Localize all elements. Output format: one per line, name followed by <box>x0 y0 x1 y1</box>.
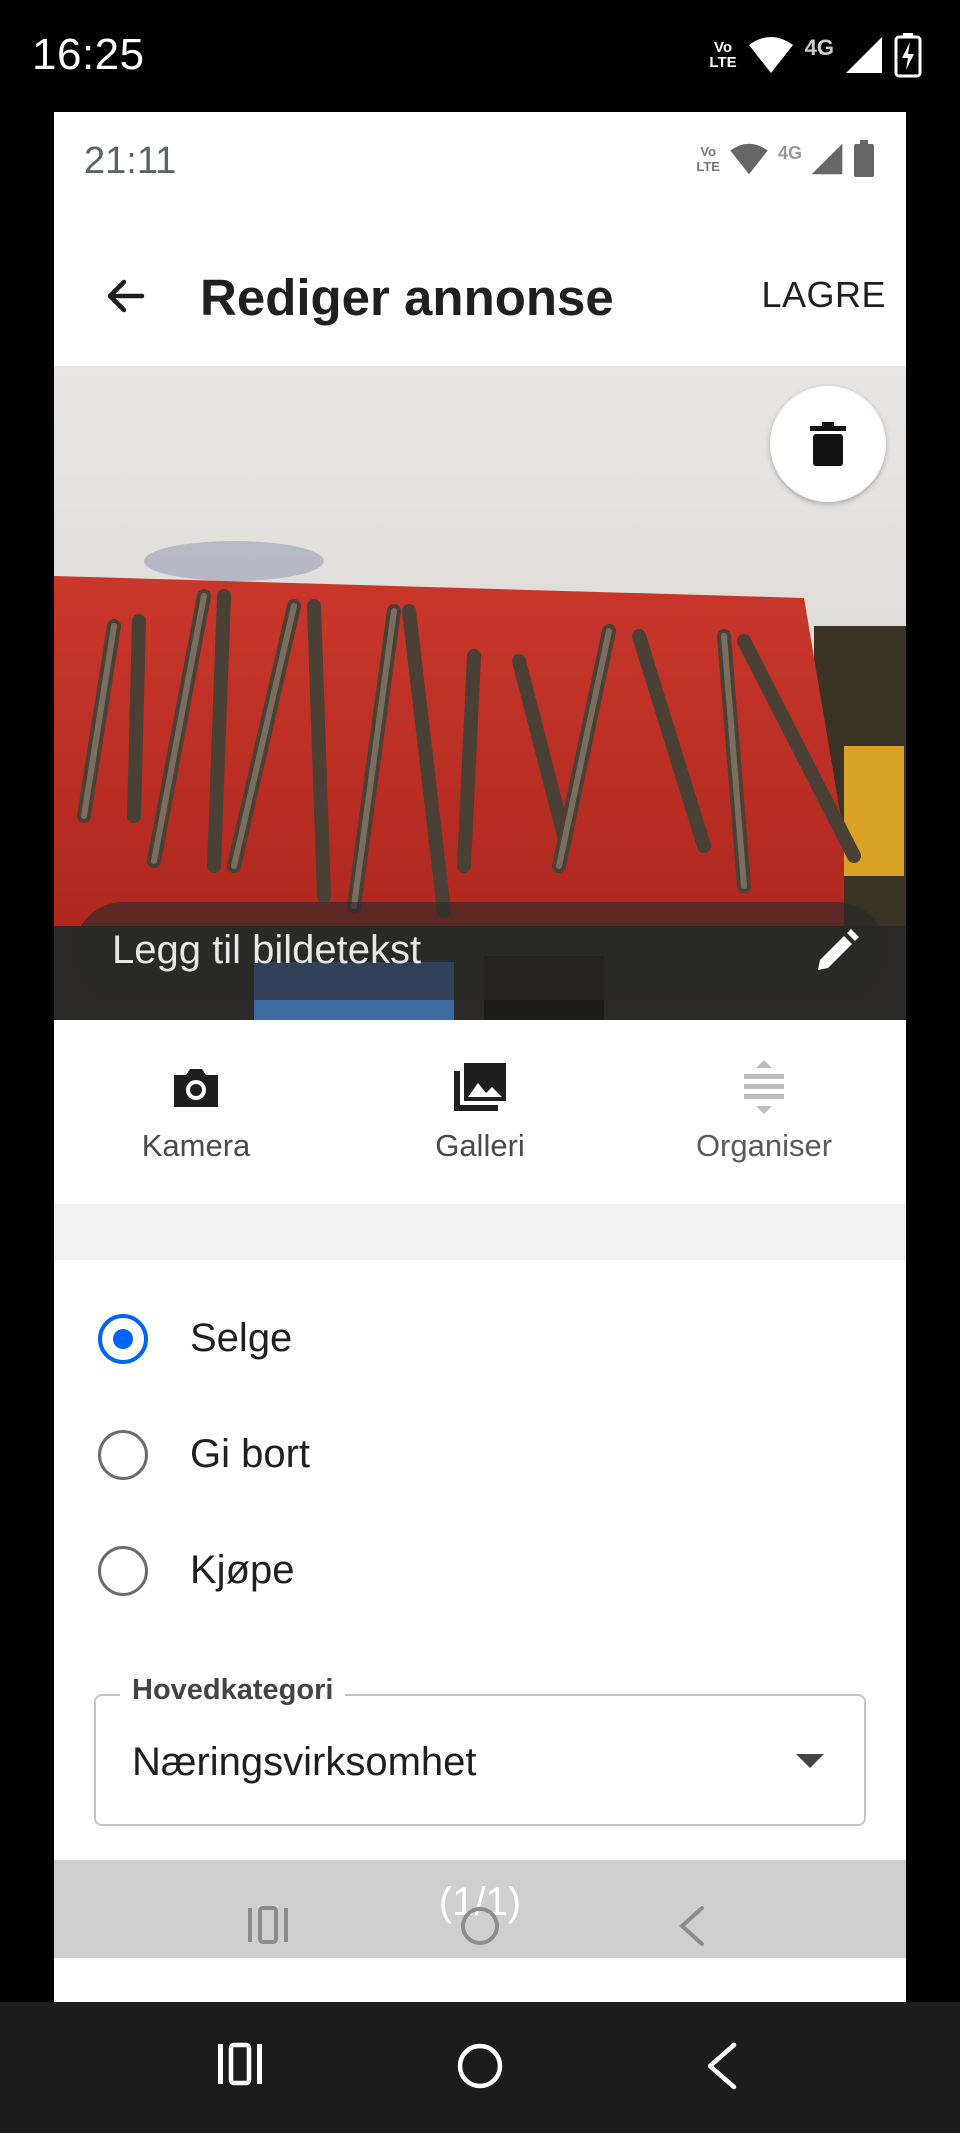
battery-icon <box>854 140 874 177</box>
caption-placeholder: Legg til bildetekst <box>112 928 422 972</box>
arrow-left-icon <box>107 279 145 313</box>
volte-icon: Vo LTE <box>696 144 720 174</box>
inner-navigation-bar: (1/1) <box>54 1860 906 1958</box>
system-navigation-bar <box>0 2002 960 2133</box>
camera-icon <box>174 1069 218 1107</box>
gallery-label: Galleri <box>435 1128 525 1163</box>
camera-label: Kamera <box>141 1128 251 1163</box>
pencil-icon <box>818 929 859 970</box>
back-button[interactable] <box>94 264 158 328</box>
radio-option-sell[interactable]: Selge <box>54 1290 906 1390</box>
delete-photo-button[interactable] <box>770 386 886 502</box>
recents-icon[interactable] <box>216 2042 264 2086</box>
wifi-icon <box>730 143 768 175</box>
radio-label: Gi bort <box>190 1432 311 1476</box>
organize-button[interactable]: Organiser <box>664 1060 864 1164</box>
inner-status-bar: 21:11 Vo LTE 4G <box>54 112 906 212</box>
caret-down-icon <box>796 1754 824 1768</box>
select-value: Næringsvirksomhet <box>132 1740 477 1784</box>
radio-label: Selge <box>190 1316 293 1360</box>
save-button[interactable]: LAGRE <box>761 274 886 316</box>
section-divider <box>54 1204 906 1260</box>
gallery-icon <box>454 1063 506 1111</box>
app-screen: 21:11 Vo LTE 4G Rediger annonse LAGRE Le… <box>54 112 906 2002</box>
photo-actions: Kamera Galleri Organiser <box>54 1020 906 1200</box>
cell-signal-icon <box>846 37 882 73</box>
back-nav-icon[interactable] <box>676 1906 706 1946</box>
home-icon[interactable] <box>456 2042 504 2090</box>
caption-input[interactable]: Legg til bildetekst <box>74 902 886 1000</box>
reorder-icon <box>744 1060 784 1114</box>
battery-charging-icon <box>894 33 922 78</box>
radio-button[interactable] <box>98 1546 148 1596</box>
radio-button-checked[interactable] <box>98 1314 148 1364</box>
volte-icon: Vo LTE <box>709 39 737 71</box>
network-type-label: 4G <box>804 35 834 60</box>
network-type-label: 4G <box>777 142 802 163</box>
ad-photo[interactable]: Legg til bildetekst <box>54 366 906 1020</box>
radio-label: Kjøpe <box>190 1548 295 1592</box>
recents-icon[interactable] <box>246 1906 290 1944</box>
wifi-icon <box>748 37 793 73</box>
page-title: Rediger annonse <box>200 269 614 326</box>
inner-status-icons: Vo LTE 4G <box>696 140 876 178</box>
organize-label: Organiser <box>695 1128 833 1163</box>
home-icon[interactable] <box>460 1906 500 1946</box>
radio-option-buy[interactable]: Kjøpe <box>54 1522 906 1622</box>
main-category-select[interactable]: Hovedkategori Næringsvirksomhet <box>94 1674 866 1826</box>
radio-button[interactable] <box>98 1430 148 1480</box>
system-status-icons: Vo LTE 4G <box>709 32 922 78</box>
gallery-button[interactable]: Galleri <box>380 1060 580 1164</box>
cell-signal-icon <box>811 143 843 175</box>
back-nav-icon[interactable] <box>704 2042 738 2090</box>
select-label: Hovedkategori <box>120 1674 346 1707</box>
camera-button[interactable]: Kamera <box>96 1060 296 1164</box>
radio-option-give-away[interactable]: Gi bort <box>54 1406 906 1506</box>
inner-clock: 21:11 <box>84 140 177 182</box>
system-status-bar: 16:25 Vo LTE 4G <box>0 0 960 112</box>
system-clock: 16:25 <box>32 30 145 79</box>
app-bar: Rediger annonse LAGRE <box>54 212 906 378</box>
trash-icon <box>810 422 846 466</box>
